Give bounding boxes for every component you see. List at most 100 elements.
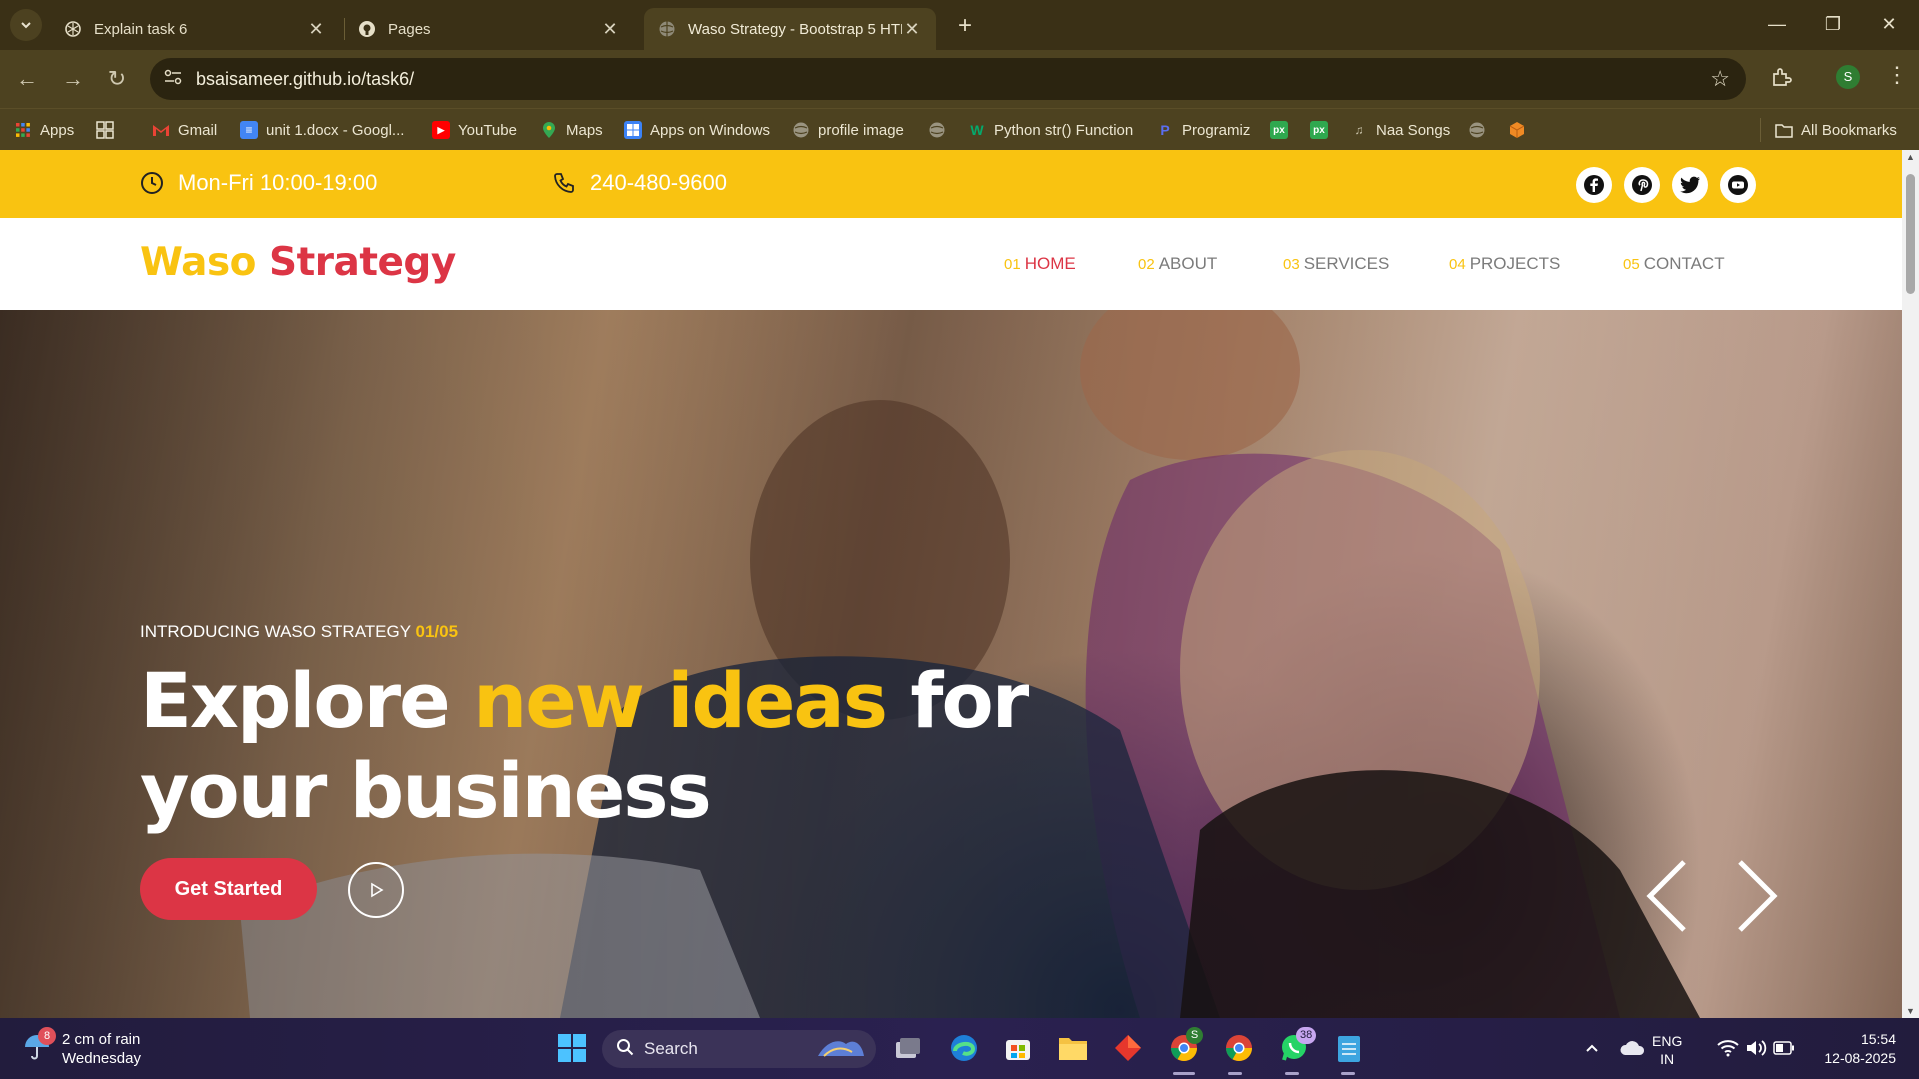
box-icon: [1508, 121, 1526, 139]
hero-slider: INTRODUCING WASO STRATEGY 01/05 Explore …: [0, 310, 1902, 1018]
scroll-up-icon[interactable]: ▲: [1904, 152, 1917, 162]
clock-icon: [141, 172, 163, 194]
extensions-icon[interactable]: [1770, 66, 1792, 94]
microsoft-store-icon[interactable]: [1002, 1032, 1034, 1064]
bookmark-star-icon[interactable]: ☆: [1710, 66, 1730, 92]
active-indicator: [1173, 1072, 1195, 1075]
bookmark-label: YouTube: [458, 121, 517, 139]
profile-avatar[interactable]: S: [1836, 65, 1860, 89]
browser-menu-icon[interactable]: ⋮: [1886, 62, 1908, 88]
bookmark-label: Programiz: [1182, 121, 1251, 139]
bookmark-globe[interactable]: [928, 118, 954, 142]
youtube-icon: ▶: [432, 121, 450, 139]
bookmark-docs[interactable]: ≡ unit 1.docx - Googl...: [240, 118, 404, 142]
hero-intro: INTRODUCING WASO STRATEGY 01/05: [140, 622, 459, 641]
bookmark-px-2[interactable]: px: [1310, 118, 1336, 142]
phone-number[interactable]: 240-480-9600: [552, 170, 727, 196]
chevron-up-icon[interactable]: [1576, 1032, 1608, 1064]
bookmark-label: profile image: [818, 121, 904, 139]
language-indicator[interactable]: ENG IN: [1652, 1032, 1682, 1068]
bookmark-naa-songs[interactable]: ♫ Naa Songs: [1350, 118, 1451, 142]
system-clock[interactable]: 15:54 12-08-2025: [1800, 1030, 1896, 1068]
tab-explain-task[interactable]: Explain task 6 ✕: [50, 8, 340, 50]
bookmark-globe-2[interactable]: [1468, 118, 1494, 142]
app-diamond-icon[interactable]: [1112, 1032, 1144, 1064]
reload-button[interactable]: ↻: [102, 64, 132, 94]
battery-icon[interactable]: [1768, 1032, 1800, 1064]
bookmark-python-str[interactable]: W Python str() Function: [968, 118, 1133, 142]
clock-date: 12-08-2025: [1824, 1050, 1896, 1066]
bookmark-label: unit 1.docx - Googl...: [266, 121, 405, 139]
forward-button[interactable]: →: [58, 64, 88, 94]
scroll-down-icon[interactable]: ▼: [1904, 1006, 1917, 1016]
file-explorer-icon[interactable]: [1057, 1032, 1089, 1064]
bookmark-tab-groups[interactable]: [96, 118, 122, 142]
new-tab-button[interactable]: +: [950, 12, 980, 42]
tab-pages[interactable]: Pages ✕: [344, 8, 634, 50]
all-bookmarks-label: All Bookmarks: [1801, 121, 1897, 139]
all-bookmarks[interactable]: All Bookmarks: [1760, 118, 1897, 142]
nav-home[interactable]: 01 HOME: [1004, 254, 1076, 274]
search-placeholder: Search: [644, 1039, 698, 1058]
close-icon[interactable]: ✕: [600, 19, 620, 40]
onedrive-icon[interactable]: [1616, 1032, 1648, 1064]
chrome-profile-2-icon[interactable]: [1223, 1032, 1255, 1064]
site-logo[interactable]: Waso Strategy: [140, 240, 456, 285]
tab-label: Pages: [388, 20, 431, 38]
notepad-icon[interactable]: [1333, 1032, 1365, 1064]
close-icon[interactable]: ✕: [902, 19, 922, 40]
nav-about[interactable]: 02 ABOUT: [1138, 254, 1217, 274]
slide-next-button[interactable]: [1734, 858, 1780, 939]
facebook-icon[interactable]: [1576, 167, 1612, 203]
nav-services[interactable]: 03 SERVICES: [1283, 254, 1389, 274]
minimize-button[interactable]: —: [1754, 8, 1800, 40]
get-started-button[interactable]: Get Started: [140, 858, 317, 920]
weather-widget[interactable]: 8 2 cm of rain Wednesday: [22, 1027, 141, 1068]
youtube-icon[interactable]: [1720, 167, 1756, 203]
close-window-button[interactable]: ✕: [1866, 8, 1912, 40]
tab-label: Explain task 6: [94, 20, 188, 38]
nav-contact[interactable]: 05 CONTACT: [1623, 254, 1725, 274]
tab-waso-strategy[interactable]: Waso Strategy - Bootstrap 5 HTML ✕: [644, 8, 936, 50]
bookmark-apps-on-windows[interactable]: Apps on Windows: [624, 118, 770, 142]
restore-button[interactable]: ❐: [1810, 8, 1856, 40]
twitter-icon[interactable]: [1672, 167, 1708, 203]
weather-line1: 2 cm of rain: [62, 1031, 141, 1048]
bookmark-apps[interactable]: Apps: [14, 118, 74, 142]
chrome-profile-badge: S: [1186, 1027, 1203, 1044]
bookmark-maps[interactable]: Maps: [540, 118, 603, 142]
start-button[interactable]: [556, 1032, 588, 1064]
play-video-button[interactable]: [348, 862, 404, 918]
px-icon: px: [1310, 121, 1328, 139]
chevron-down-icon: [21, 22, 31, 29]
chevron-left-icon: [1646, 860, 1686, 932]
bookmark-youtube[interactable]: ▶ YouTube: [432, 118, 517, 142]
close-icon[interactable]: ✕: [306, 19, 326, 40]
bookmark-gmail[interactable]: Gmail: [152, 118, 217, 142]
bookmark-label: Gmail: [178, 121, 218, 139]
bookmark-px-1[interactable]: px: [1270, 118, 1296, 142]
page-scrollbar[interactable]: ▲ ▼: [1902, 150, 1919, 1018]
edge-browser-icon[interactable]: [948, 1032, 980, 1064]
address-bar[interactable]: bsaisameer.github.io/task6/ ☆: [150, 58, 1746, 100]
task-view-icon[interactable]: [892, 1032, 924, 1064]
taskbar-search[interactable]: Search: [602, 1030, 876, 1068]
bookmark-box[interactable]: [1508, 118, 1534, 142]
site-info-icon[interactable]: [164, 69, 194, 90]
maps-icon: [540, 121, 558, 139]
windows-icon: [624, 121, 642, 139]
w3-icon: W: [970, 122, 984, 138]
site-topbar: Mon-Fri 10:00-19:00 240-480-9600: [0, 150, 1902, 218]
gmail-icon: [152, 121, 170, 139]
browser-toolbar: ← → ↻ bsaisameer.github.io/task6/ ☆ S ⋮: [0, 50, 1919, 108]
globe-icon: [1468, 121, 1486, 139]
back-button[interactable]: ←: [12, 64, 42, 94]
tab-search-button[interactable]: [10, 9, 42, 41]
scrollbar-thumb[interactable]: [1906, 174, 1915, 294]
slide-prev-button[interactable]: [1644, 858, 1690, 939]
bookmark-programiz[interactable]: P Programiz: [1156, 118, 1250, 142]
nav-projects[interactable]: 04 PROJECTS: [1449, 254, 1560, 274]
site-navbar: Waso Strategy 01 HOME 02 ABOUT 03 SERVICES …: [0, 218, 1902, 310]
bookmark-profile-image[interactable]: profile image: [792, 118, 904, 142]
pinterest-icon[interactable]: [1624, 167, 1660, 203]
